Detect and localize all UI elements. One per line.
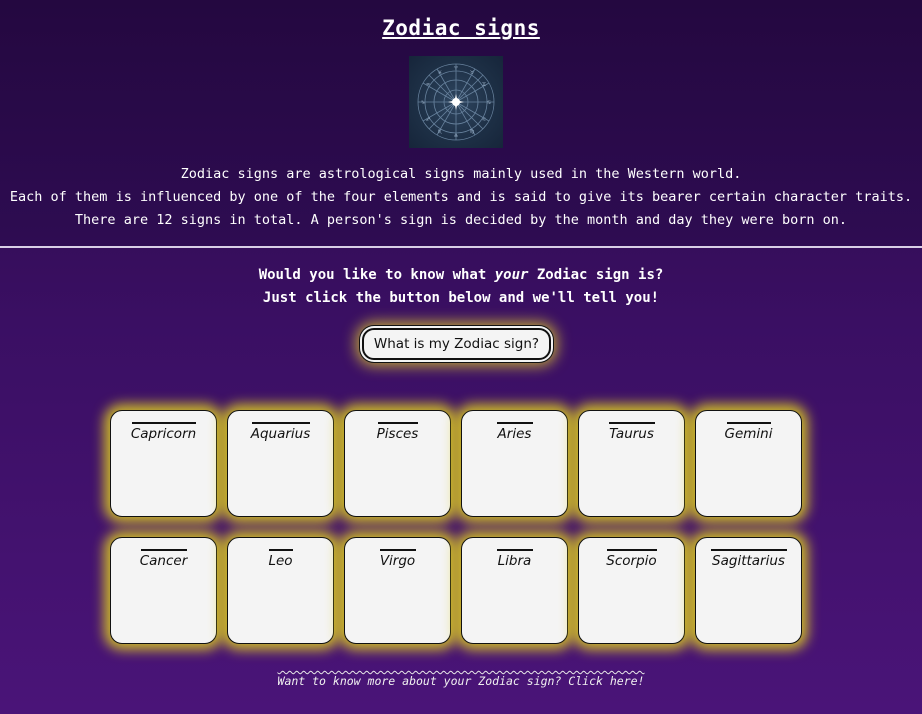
sign-card-capricorn[interactable]: Capricorn bbox=[110, 410, 217, 517]
svg-text:♉: ♉ bbox=[470, 70, 475, 76]
svg-text:♊: ♊ bbox=[482, 82, 487, 88]
svg-text:♈: ♈ bbox=[454, 66, 459, 72]
learn-more-link[interactable]: Want to know more about your Zodiac sign… bbox=[278, 674, 645, 688]
sign-card-taurus[interactable]: Taurus bbox=[578, 410, 685, 517]
zodiac-wheel-icon: ♈ ♉ ♊ ♋ ♌ ♍ ♎ ♏ ♐ ♑ ♒ ♓ bbox=[409, 56, 503, 148]
card-overline bbox=[608, 422, 655, 424]
question-emphasis: your bbox=[494, 267, 529, 283]
card-overline bbox=[726, 422, 771, 424]
sign-card-leo[interactable]: Leo bbox=[227, 537, 334, 644]
page-title: Zodiac signs bbox=[382, 16, 540, 40]
sign-card-scorpio[interactable]: Scorpio bbox=[578, 537, 685, 644]
sign-name: Taurus bbox=[609, 425, 654, 442]
svg-text:♏: ♏ bbox=[438, 129, 443, 135]
sign-name: Sagittarius bbox=[712, 552, 785, 569]
sign-name: Capricorn bbox=[130, 425, 197, 442]
card-overline bbox=[496, 549, 533, 551]
sign-name: Aquarius bbox=[250, 425, 311, 442]
sign-name: Scorpio bbox=[606, 552, 657, 569]
svg-text:♒: ♒ bbox=[426, 82, 431, 88]
question-line-1: Would you like to know what your Zodiac … bbox=[0, 264, 922, 287]
intro-line: Each of them is influenced by one of the… bbox=[9, 189, 913, 205]
card-overline bbox=[377, 422, 418, 424]
intro-line: There are 12 signs in total. A person's … bbox=[74, 212, 848, 228]
intro-text: Zodiac signs are astrological signs main… bbox=[0, 163, 922, 232]
svg-text:♋: ♋ bbox=[487, 100, 491, 106]
sign-card-virgo[interactable]: Virgo bbox=[344, 537, 451, 644]
svg-text:♓: ♓ bbox=[438, 70, 442, 76]
sign-card-aries[interactable]: Aries bbox=[461, 410, 568, 517]
page-header: Zodiac signs ♈ ♉ ♊ ♋ ♌ ♍ ♎ ♏ ♐ ♑ ♒ ♓ Zod… bbox=[0, 0, 922, 248]
sign-name: Pisces bbox=[376, 425, 419, 442]
zodiac-sign-grid: Capricorn Aquarius Pisces Aries Taurus G… bbox=[110, 410, 802, 644]
question-text: Would you like to know what bbox=[258, 267, 495, 283]
intro-line: Zodiac signs are astrological signs main… bbox=[180, 166, 742, 182]
card-overline bbox=[379, 549, 416, 551]
sign-name: Gemini bbox=[724, 425, 773, 442]
card-overline bbox=[496, 422, 533, 424]
svg-text:♐: ♐ bbox=[426, 117, 430, 123]
sign-card-cancer[interactable]: Cancer bbox=[110, 537, 217, 644]
card-overline bbox=[606, 549, 657, 551]
sign-name: Leo bbox=[268, 552, 293, 569]
question-line-2: Just click the button below and we'll te… bbox=[262, 290, 660, 306]
svg-text:♎: ♎ bbox=[454, 133, 459, 139]
sign-card-libra[interactable]: Libra bbox=[461, 537, 568, 644]
svg-text:♑: ♑ bbox=[421, 100, 425, 106]
sign-name: Virgo bbox=[379, 552, 416, 569]
sign-card-aquarius[interactable]: Aquarius bbox=[227, 410, 334, 517]
sign-question: Would you like to know what your Zodiac … bbox=[0, 264, 922, 310]
card-overline bbox=[268, 549, 293, 551]
what-is-my-sign-button[interactable]: What is my Zodiac sign? bbox=[362, 328, 551, 360]
sign-name: Libra bbox=[497, 552, 532, 569]
card-overline bbox=[710, 549, 787, 551]
svg-text:♌: ♌ bbox=[482, 117, 486, 123]
sign-card-pisces[interactable]: Pisces bbox=[344, 410, 451, 517]
sign-card-sagittarius[interactable]: Sagittarius bbox=[695, 537, 802, 644]
card-overline bbox=[140, 549, 187, 551]
sign-card-gemini[interactable]: Gemini bbox=[695, 410, 802, 517]
card-overline bbox=[251, 422, 310, 424]
question-text: Zodiac sign is? bbox=[528, 267, 664, 283]
svg-text:♍: ♍ bbox=[470, 129, 475, 135]
sign-name: Cancer bbox=[139, 552, 188, 569]
card-overline bbox=[131, 422, 196, 424]
sign-name: Aries bbox=[497, 425, 532, 442]
footer: Want to know more about your Zodiac sign… bbox=[0, 674, 922, 688]
